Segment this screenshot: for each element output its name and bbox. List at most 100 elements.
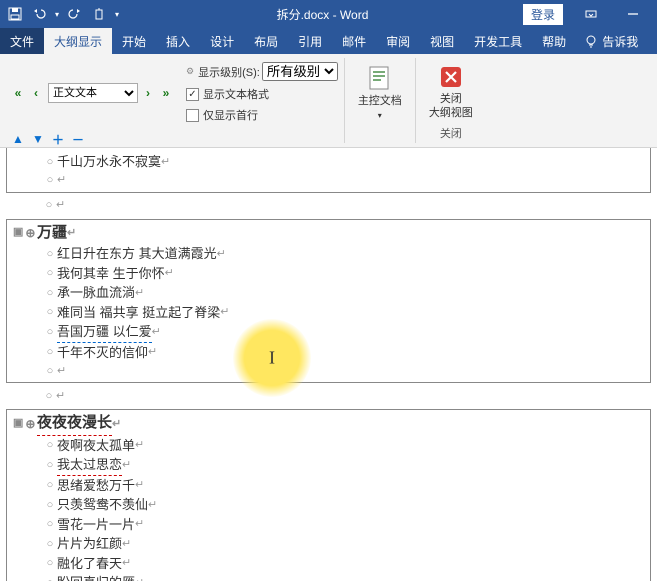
paragraph-mark-icon: ↵ bbox=[161, 154, 170, 171]
outline-level-select[interactable]: 正文文本 bbox=[48, 83, 138, 103]
outline-line[interactable]: ○ 千山万水永不寂寞↵ bbox=[7, 152, 650, 172]
collapse-button[interactable]: － bbox=[70, 131, 86, 147]
outline-line[interactable]: ○红日升在东方 其大道满霞光↵ bbox=[7, 244, 650, 264]
show-level-select[interactable]: 所有级别 bbox=[262, 62, 338, 81]
chevron-down-icon: ▾ bbox=[55, 10, 59, 19]
body-bullet-icon: ○ bbox=[43, 246, 57, 263]
promote-top-button[interactable]: « bbox=[10, 85, 26, 101]
expand-handle-icon[interactable]: ⊕ bbox=[25, 224, 35, 242]
tab-view[interactable]: 视图 bbox=[420, 28, 464, 54]
down-icon: ▼ bbox=[32, 132, 44, 146]
paragraph-mark-icon: ↵ bbox=[67, 225, 76, 242]
ribbon-tabs: 文件 大纲显示 开始 插入 设计 布局 引用 邮件 审阅 视图 开发工具 帮助 … bbox=[0, 28, 657, 54]
window-controls bbox=[571, 1, 653, 27]
tab-insert[interactable]: 插入 bbox=[156, 28, 200, 54]
outline-empty-line[interactable]: ○↵ bbox=[0, 387, 657, 405]
heading-text: 夜夜夜漫长 bbox=[37, 412, 112, 436]
tab-mailings[interactable]: 邮件 bbox=[332, 28, 376, 54]
body-bullet-icon: ○ bbox=[43, 477, 57, 494]
tab-layout[interactable]: 布局 bbox=[244, 28, 288, 54]
outline-line[interactable]: ○片片为红颜↵ bbox=[7, 534, 650, 554]
outline-text: 承一脉血流淌 bbox=[57, 283, 135, 303]
outline-text: 千年不灭的信仰 bbox=[57, 343, 148, 363]
outline-section: ▣ ⊕ 夜夜夜漫长↵ ○夜啊夜太孤单↵ ○我太过思恋↵ ○思绪爱愁万千↵ ○只羡… bbox=[6, 409, 651, 581]
save-button[interactable] bbox=[4, 3, 26, 25]
show-text-format-label: 显示文本格式 bbox=[203, 86, 269, 102]
outline-line[interactable]: ○盼回真归的雁↵ bbox=[7, 573, 650, 581]
ribbon-options-icon bbox=[584, 7, 598, 21]
outline-line[interactable]: ○千年不灭的信仰↵ bbox=[7, 343, 650, 363]
outline-empty-line[interactable]: ○↵ bbox=[7, 362, 650, 380]
expand-handle-icon[interactable]: ⊕ bbox=[25, 415, 35, 433]
outline-text: 我太过思恋 bbox=[57, 455, 122, 476]
section-handle-icon[interactable]: ▣ bbox=[13, 415, 23, 433]
expand-button[interactable]: ＋ bbox=[50, 131, 66, 147]
outline-line[interactable]: ○思绪爱愁万千↵ bbox=[7, 476, 650, 496]
master-document-button[interactable]: 主控文档 ▾ bbox=[351, 63, 409, 123]
outline-line[interactable]: ○我何其幸 生于你怀↵ bbox=[7, 264, 650, 284]
body-bullet-icon: ○ bbox=[42, 197, 56, 214]
tab-help[interactable]: 帮助 bbox=[532, 28, 576, 54]
show-first-line-checkbox[interactable] bbox=[186, 109, 199, 122]
ribbon-options-button[interactable] bbox=[571, 1, 611, 27]
body-bullet-icon: ○ bbox=[43, 497, 57, 514]
minimize-icon bbox=[627, 8, 639, 20]
tab-references[interactable]: 引用 bbox=[288, 28, 332, 54]
undo-button[interactable] bbox=[28, 3, 50, 25]
master-doc-icon bbox=[368, 65, 392, 93]
body-bullet-icon: ○ bbox=[43, 304, 57, 321]
plus-icon: ＋ bbox=[52, 131, 64, 148]
group-close: 关闭 大纲视图 关闭 bbox=[416, 58, 486, 143]
tab-outline[interactable]: 大纲显示 bbox=[44, 28, 112, 54]
outline-text: 红日升在东方 其大道满霞光 bbox=[57, 244, 217, 264]
demote-bottom-button[interactable]: » bbox=[158, 85, 174, 101]
tab-home[interactable]: 开始 bbox=[112, 28, 156, 54]
move-up-button[interactable]: ▲ bbox=[10, 131, 26, 147]
body-bullet-icon: ○ bbox=[43, 324, 57, 341]
outline-line[interactable]: ○融化了春天↵ bbox=[7, 554, 650, 574]
tab-file[interactable]: 文件 bbox=[0, 28, 44, 54]
demote-button[interactable]: › bbox=[140, 85, 156, 101]
promote-button[interactable]: ‹ bbox=[28, 85, 44, 101]
tab-review[interactable]: 审阅 bbox=[376, 28, 420, 54]
outline-line[interactable]: ○只羡鸳鸯不羡仙↵ bbox=[7, 495, 650, 515]
body-bullet-icon: ○ bbox=[43, 265, 57, 282]
close-outline-button[interactable]: 关闭 大纲视图 bbox=[422, 61, 480, 121]
touch-icon bbox=[92, 7, 106, 21]
group-label-close: 关闭 bbox=[422, 123, 480, 141]
group-label-master bbox=[351, 127, 409, 141]
document-area[interactable]: I ○ 千山万水永不寂寞↵ ○↵ ○↵ ▣ ⊕ 万疆↵ ○红日升在东方 其大道满… bbox=[0, 148, 657, 581]
outline-text: 只羡鸳鸯不羡仙 bbox=[57, 495, 148, 515]
double-left-icon: « bbox=[15, 86, 22, 100]
minimize-button[interactable] bbox=[613, 1, 653, 27]
outline-line[interactable]: ○难同当 福共享 挺立起了脊梁↵ bbox=[7, 303, 650, 323]
master-doc-label: 主控文档 bbox=[358, 95, 402, 107]
tab-developer[interactable]: 开发工具 bbox=[464, 28, 532, 54]
redo-button[interactable] bbox=[64, 3, 86, 25]
body-bullet-icon: ○ bbox=[43, 363, 57, 380]
qat-customize[interactable]: ▾ bbox=[112, 3, 122, 25]
outline-heading[interactable]: ▣ ⊕ 夜夜夜漫长↵ bbox=[7, 412, 650, 436]
move-down-button[interactable]: ▼ bbox=[30, 131, 46, 147]
login-button[interactable]: 登录 bbox=[523, 4, 563, 25]
show-text-format-checkbox[interactable]: ✓ bbox=[186, 88, 199, 101]
outline-line[interactable]: ○雪花一片一片↵ bbox=[7, 515, 650, 535]
outline-line[interactable]: ○夜啊夜太孤单↵ bbox=[7, 436, 650, 456]
outline-empty-line[interactable]: ○↵ bbox=[7, 172, 650, 190]
touch-mode-button[interactable] bbox=[88, 3, 110, 25]
redo-icon bbox=[68, 7, 82, 21]
outline-line[interactable]: ○承一脉血流淌↵ bbox=[7, 283, 650, 303]
chevron-down-icon: ▾ bbox=[378, 111, 382, 120]
outline-section: ▣ ⊕ 万疆↵ ○红日升在东方 其大道满霞光↵ ○我何其幸 生于你怀↵ ○承一脉… bbox=[6, 219, 651, 384]
tell-me-label: 告诉我 bbox=[602, 33, 638, 50]
tab-design[interactable]: 设计 bbox=[200, 28, 244, 54]
tell-me[interactable]: 告诉我 bbox=[576, 28, 646, 54]
outline-line[interactable]: ○我太过思恋↵ bbox=[7, 455, 650, 476]
outline-text: 融化了春天 bbox=[57, 554, 122, 574]
outline-empty-line[interactable]: ○↵ bbox=[0, 197, 657, 215]
quick-access-toolbar: ▾ ▾ bbox=[4, 3, 122, 25]
outline-line[interactable]: ○吾国万疆 以仁爱↵ bbox=[7, 322, 650, 343]
section-handle-icon[interactable]: ▣ bbox=[13, 224, 23, 242]
outline-heading[interactable]: ▣ ⊕ 万疆↵ bbox=[7, 222, 650, 245]
undo-dropdown[interactable]: ▾ bbox=[52, 3, 62, 25]
